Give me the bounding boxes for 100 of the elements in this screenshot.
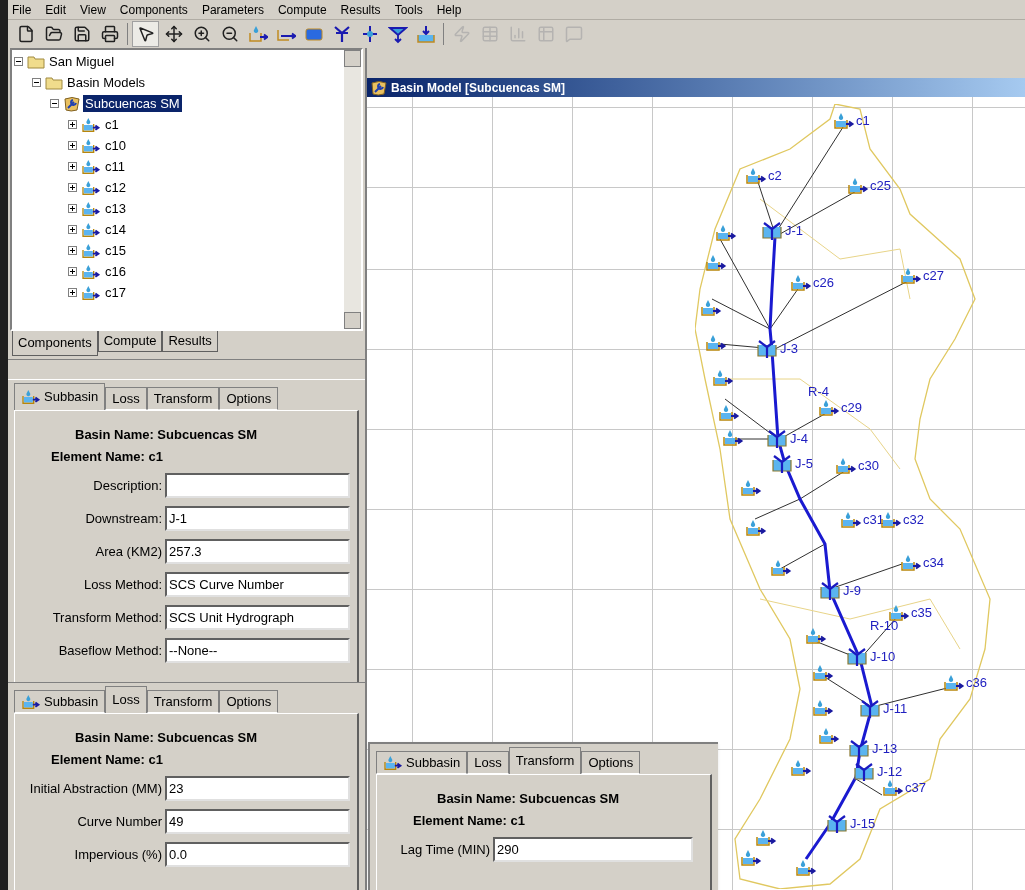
toolbar-button[interactable] (132, 21, 159, 47)
tab[interactable]: Options (581, 751, 641, 774)
tree-item[interactable]: San Miguel (47, 53, 117, 70)
tab[interactable]: Transform (146, 387, 220, 410)
tab[interactable]: Transform (146, 690, 220, 713)
element-label[interactable]: c2 (768, 169, 782, 183)
expand-toggle[interactable] (68, 225, 77, 234)
tree-item[interactable]: c12 (103, 179, 128, 196)
scrollbar[interactable] (344, 50, 361, 329)
element-label[interactable]: R-4 (808, 385, 829, 399)
tree-item[interactable]: c16 (103, 263, 128, 280)
menu-item[interactable]: File (12, 0, 32, 19)
tree-item[interactable]: c17 (103, 284, 128, 301)
text-field[interactable]: J-1 (165, 506, 350, 531)
element-label[interactable]: J-5 (795, 457, 814, 471)
menu-item[interactable]: Components (119, 0, 188, 19)
tree-item[interactable]: c11 (103, 158, 127, 175)
tree-item[interactable]: Subcuencas SM (83, 95, 182, 112)
subbasin-icon (835, 457, 857, 475)
menu-item[interactable]: View (80, 0, 106, 19)
expand-toggle[interactable] (68, 204, 77, 213)
element-label[interactable]: J-9 (843, 584, 862, 598)
expand-toggle[interactable] (68, 267, 77, 276)
element-label[interactable]: c26 (813, 276, 834, 290)
element-label[interactable]: c30 (858, 459, 879, 473)
tab[interactable]: Subbasin (14, 690, 106, 713)
menu-item[interactable]: Help (436, 0, 462, 19)
text-field[interactable]: 49 (165, 809, 350, 834)
element-label[interactable]: J-11 (883, 702, 908, 716)
tab[interactable]: Components (12, 331, 98, 356)
collapse-toggle[interactable] (50, 99, 59, 108)
expand-toggle[interactable] (68, 288, 77, 297)
tab[interactable]: Options (219, 387, 279, 410)
tab[interactable]: Loss (105, 387, 147, 410)
tab[interactable]: Results (162, 331, 218, 352)
element-label[interactable]: c1 (856, 114, 870, 128)
tab[interactable]: Subbasin (376, 751, 468, 774)
menu-item[interactable]: Results (340, 0, 381, 19)
table-icon (480, 25, 499, 43)
text-field[interactable]: SCS Curve Number (165, 572, 350, 597)
element-label[interactable]: c36 (966, 676, 987, 690)
text-field[interactable]: SCS Unit Hydrograph (165, 605, 350, 630)
save-icon (72, 25, 91, 43)
menu-item[interactable]: Tools (394, 0, 423, 19)
element-label[interactable]: J-12 (877, 765, 903, 779)
element-label[interactable]: J-4 (790, 432, 809, 446)
text-field[interactable]: 290 (493, 837, 693, 862)
field-label: Impervious (%) (73, 845, 163, 864)
expand-toggle[interactable] (68, 246, 77, 255)
element-label[interactable]: J-13 (872, 742, 898, 756)
element-label[interactable]: c27 (923, 269, 944, 283)
element-label[interactable]: c25 (870, 179, 891, 193)
element-label[interactable]: J-15 (850, 817, 876, 831)
expand-toggle[interactable] (68, 120, 77, 129)
tree-item[interactable]: c15 (103, 242, 128, 259)
element-label[interactable]: c31 (863, 513, 884, 527)
subbasin-icon (81, 179, 101, 196)
text-field[interactable]: 23 (165, 776, 350, 801)
subbasin-icon (722, 429, 744, 447)
tree-item[interactable]: c1 (103, 116, 121, 133)
element-label[interactable]: c35 (911, 606, 932, 620)
element-label[interactable]: J-3 (780, 342, 799, 356)
collapse-toggle[interactable] (32, 78, 41, 87)
element-label[interactable]: c34 (923, 556, 944, 570)
zoom-out-icon (220, 25, 239, 43)
element-label[interactable]: R-10 (870, 619, 899, 633)
collapse-toggle[interactable] (14, 57, 23, 66)
menu-item[interactable]: Parameters (201, 0, 264, 19)
text-field[interactable]: 257.3 (165, 539, 350, 564)
element-label[interactable]: c29 (841, 401, 862, 415)
tree-item[interactable]: c10 (103, 137, 128, 154)
tab[interactable]: Subbasin (14, 383, 106, 410)
tab[interactable]: Loss (467, 751, 509, 774)
subbasin-icon (790, 274, 812, 292)
source-tool-icon (387, 24, 408, 44)
tab[interactable]: Options (219, 690, 279, 713)
junction-icon (858, 699, 882, 719)
menu-item[interactable]: Compute (277, 0, 327, 19)
field-label: Lag Time (MIN) (399, 840, 491, 859)
element-label[interactable]: J-1 (785, 224, 804, 238)
subbasin-icon (81, 221, 101, 238)
tree-item[interactable]: c14 (103, 221, 128, 238)
tree-item[interactable]: c13 (103, 200, 128, 217)
basin-name: Basin Name: Subcuencas SM (74, 426, 259, 444)
tree-item[interactable]: Basin Models (65, 74, 148, 91)
tab[interactable]: Loss (105, 686, 147, 713)
folder-icon (45, 75, 63, 90)
text-field[interactable]: --None-- (165, 638, 350, 663)
subbasin-icon (715, 224, 737, 242)
text-field[interactable]: 0.0 (165, 842, 350, 867)
bar-chart-icon (508, 25, 527, 43)
tab[interactable]: Compute (97, 331, 163, 352)
element-label[interactable]: J-10 (870, 650, 896, 664)
element-label[interactable]: c32 (903, 513, 924, 527)
expand-toggle[interactable] (68, 183, 77, 192)
menu-item[interactable]: Edit (45, 0, 67, 19)
tab[interactable]: Transform (508, 747, 582, 774)
expand-toggle[interactable] (68, 162, 77, 171)
text-field[interactable] (165, 473, 350, 498)
expand-toggle[interactable] (68, 141, 77, 150)
